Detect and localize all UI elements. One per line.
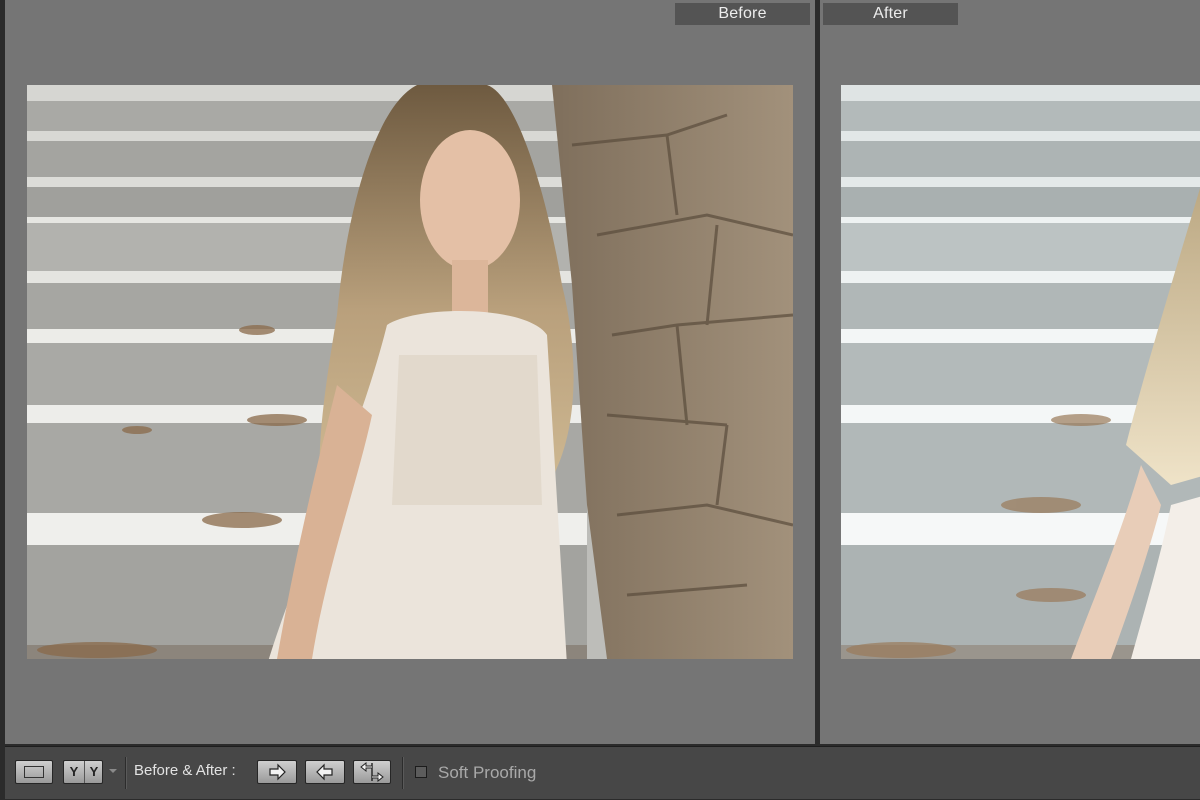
soft-proofing-checkbox[interactable] [415,766,427,778]
chevron-down-icon[interactable] [109,769,117,773]
yy-icon-left: Y [69,764,79,779]
before-after-label: Before & After : [134,762,236,779]
after-photo-image [841,85,1200,659]
arrow-right-icon [269,763,286,781]
after-photo[interactable] [841,85,1200,659]
toolbar-divider [125,757,126,789]
after-label: After [823,3,958,25]
before-photo-image [27,85,793,659]
before-after-view-button[interactable]: Y Y [63,760,103,784]
before-label: Before [675,3,810,25]
after-pane[interactable]: After [820,0,1200,744]
copy-after-to-before-button[interactable] [305,760,345,784]
lightroom-compare-view: Before After Y Y Before & After: Soft P… [0,0,1200,800]
loupe-view-button[interactable] [15,760,53,784]
arrow-left-icon [316,763,333,781]
before-pane[interactable]: Before [5,0,815,744]
toolbar: Y Y Before & After : Soft Proofing [5,746,1200,799]
soft-proofing-label[interactable]: Soft Proofing [438,763,536,783]
before-photo[interactable] [27,85,793,659]
copy-before-to-after-button[interactable] [257,760,297,784]
swap-icon [360,761,384,783]
yy-icon-right: Y [84,761,103,783]
rectangle-icon [24,766,44,778]
toolbar-divider [402,757,403,789]
swap-before-after-button[interactable] [353,760,391,784]
